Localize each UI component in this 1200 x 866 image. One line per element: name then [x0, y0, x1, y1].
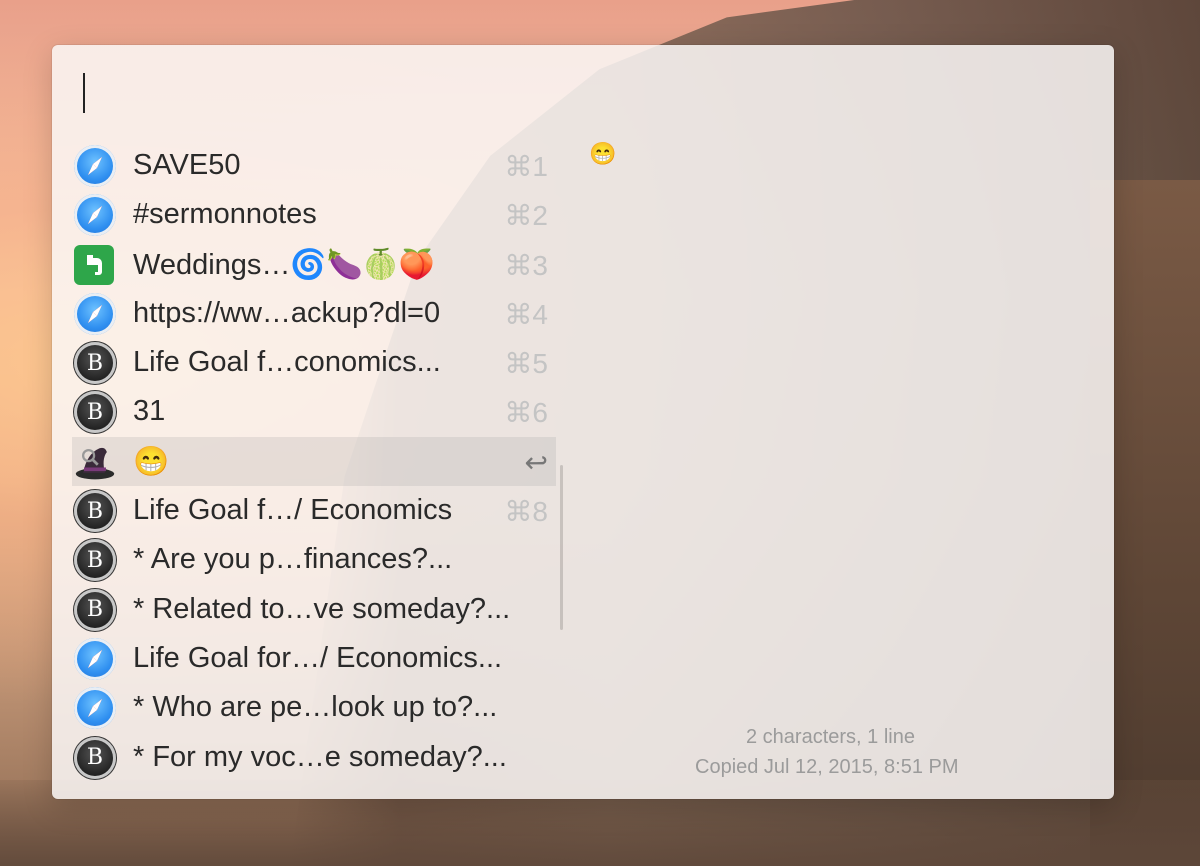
bbedit-icon: B — [74, 539, 116, 582]
list-item[interactable]: SAVE50 ⌘1 — [72, 141, 556, 190]
list-item-label: https://ww…ackup?dl=0 — [133, 296, 441, 329]
bbedit-icon: B — [74, 391, 116, 434]
list-item-label: Life Goal for…/ Economics... — [133, 641, 503, 674]
safari-icon — [74, 637, 116, 680]
safari-icon — [74, 292, 116, 335]
shortcut-label: ⌘5 — [504, 348, 548, 380]
list-item-label: * Who are pe…look up to?... — [133, 691, 498, 724]
text-caret — [83, 73, 85, 113]
shortcut-label: ⌘4 — [504, 298, 548, 330]
safari-icon — [74, 194, 116, 237]
alfred-icon — [74, 441, 116, 483]
list-item[interactable]: B * Related to…ve someday?... — [72, 585, 556, 634]
evernote-icon — [74, 244, 114, 285]
list-item[interactable]: #sermonnotes ⌘2 — [72, 190, 556, 239]
shortcut-label: ⌘1 — [504, 151, 548, 182]
list-item-label: 31 — [133, 395, 166, 428]
list-item-label: * Related to…ve someday?... — [133, 592, 511, 625]
search-input[interactable] — [92, 67, 596, 119]
list-item-label: #sermonnotes — [133, 198, 317, 231]
list-item[interactable]: B 31 ⌘6 — [72, 387, 556, 436]
list-item-label: Life Goal f…/ Economics — [133, 494, 453, 527]
list-item-label: SAVE50 — [133, 149, 241, 181]
safari-icon — [74, 145, 116, 187]
safari-icon — [74, 687, 116, 730]
bbedit-icon: B — [74, 490, 116, 533]
list-item[interactable]: * Who are pe…look up to?... — [72, 683, 556, 732]
list-item[interactable]: B * For my voc…e someday?... — [72, 733, 556, 782]
preview-character-count: 2 characters, 1 line — [746, 726, 915, 748]
return-icon: ↩ — [524, 446, 548, 478]
list-item[interactable]: 😁 ↩ — [72, 436, 556, 487]
list-item[interactable]: https://ww…ackup?dl=0 ⌘4 — [72, 289, 556, 338]
shortcut-label: ⌘8 — [504, 496, 548, 528]
list-item-label: Weddings…🌀🍆🍈🍑 — [133, 248, 435, 281]
preview-copied-date: Copied Jul 12, 2015, 8:51 PM — [695, 756, 959, 778]
scrollbar[interactable] — [560, 465, 563, 630]
list-item-label: 😁 — [133, 445, 170, 478]
clipboard-history-window: SAVE50 ⌘1 #sermonnotes ⌘2 Weddings…🌀🍆🍈🍑 ⌘3 htt… — [52, 45, 1114, 799]
bbedit-icon: B — [74, 588, 116, 631]
list-item[interactable]: B Life Goal f…conomics... ⌘5 — [72, 338, 556, 387]
list-item[interactable]: Life Goal for…/ Economics... — [72, 634, 556, 683]
list-item[interactable]: B * Are you p…finances?... — [72, 535, 556, 584]
clipboard-list: SAVE50 ⌘1 #sermonnotes ⌘2 Weddings…🌀🍆🍈🍑 ⌘3 htt… — [72, 141, 556, 782]
list-item[interactable]: B Life Goal f…/ Economics ⌘8 — [72, 486, 556, 535]
shortcut-label: ⌘6 — [504, 397, 548, 429]
bbedit-icon: B — [74, 342, 116, 385]
list-item-label: * For my voc…e someday?... — [133, 740, 507, 773]
shortcut-label: ⌘3 — [504, 249, 548, 281]
list-item-label: * Are you p…finances?... — [133, 543, 453, 576]
preview-content: 😁 — [589, 141, 617, 166]
list-item[interactable]: Weddings…🌀🍆🍈🍑 ⌘3 — [72, 240, 556, 289]
list-item-label: Life Goal f…conomics... — [133, 346, 441, 379]
bbedit-icon: B — [74, 736, 116, 779]
shortcut-label: ⌘2 — [504, 200, 548, 232]
